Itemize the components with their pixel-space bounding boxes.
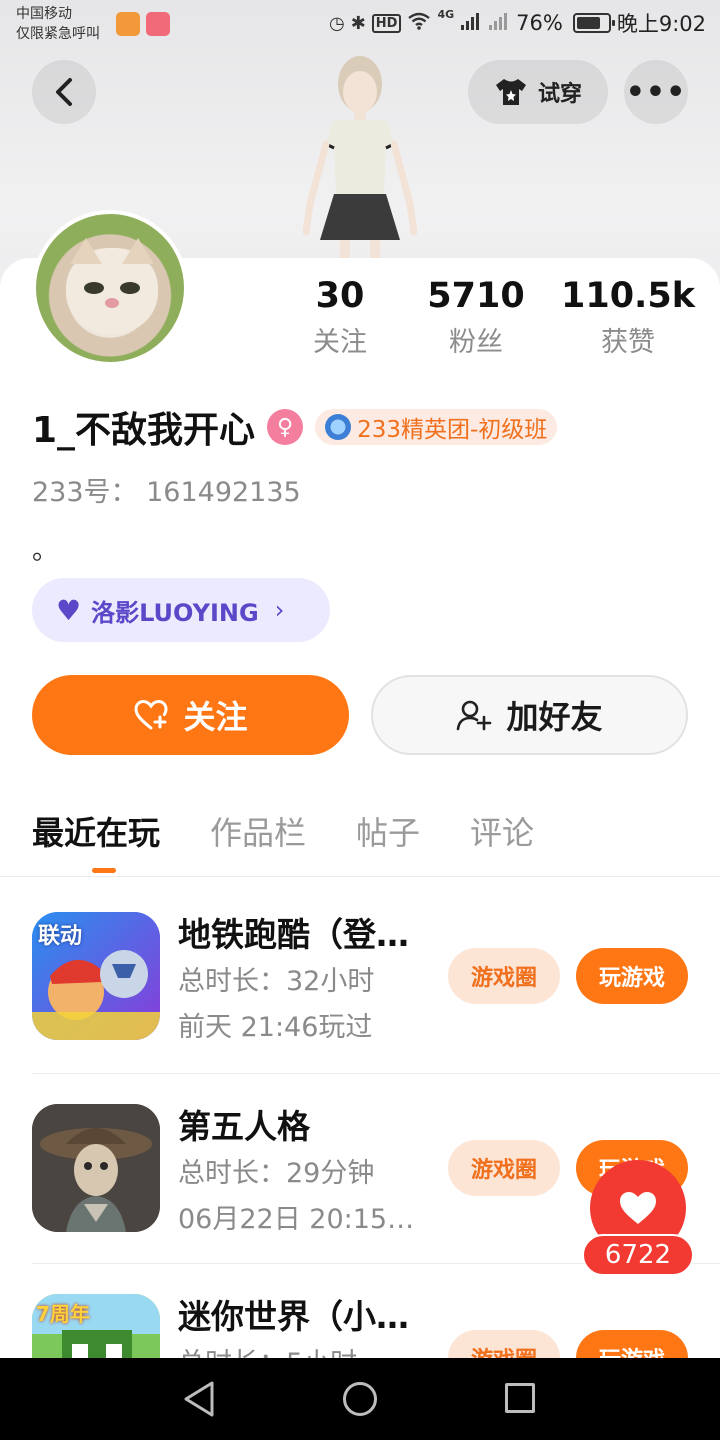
fans-count: 5710 — [427, 276, 525, 316]
game-icon-subway-surfers: 联动 — [32, 912, 160, 1040]
nav-home-icon[interactable] — [343, 1382, 377, 1416]
cat-nose — [105, 298, 119, 308]
network-type: 4G — [437, 8, 455, 21]
cat-ear-left — [70, 238, 102, 264]
carrier-name: 中国移动 — [16, 6, 72, 22]
following-count: 30 — [315, 276, 365, 316]
tab-indicator — [92, 868, 116, 873]
rank-badge[interactable]: 233精英团-初级班 — [315, 409, 558, 445]
add-friend-button[interactable]: 加好友 — [371, 675, 688, 755]
rank-medal-icon — [325, 414, 352, 440]
heart-icon: ♥ — [56, 593, 82, 627]
game-title: 第五人格 — [178, 1107, 310, 1146]
carrier-status: 仅限紧急呼叫 — [16, 26, 100, 42]
status-bar: 中国移动 仅限紧急呼叫 ◷ ✱ HD 4G 76% 晚上9:02 — [0, 0, 720, 48]
chevron-left-icon — [56, 78, 72, 106]
avatar-character — [290, 44, 430, 264]
game-last-played: 前天 21:46玩过 — [178, 1012, 373, 1043]
signal-2-icon — [488, 11, 510, 36]
game-title: 地铁跑酷（登录送杰克滑板） — [178, 915, 438, 954]
add-user-icon — [457, 700, 492, 731]
username: 1_不敌我开心 — [32, 410, 256, 451]
game-icon-badge: 7周年 — [36, 1302, 90, 1326]
profile-stats: 30 关注 5710 粉丝 110.5k 获赞 — [290, 272, 710, 372]
back-button[interactable] — [32, 60, 96, 124]
battery-icon — [572, 13, 615, 33]
game-circle-button[interactable]: 游戏圈 — [448, 948, 560, 1004]
more-button[interactable]: ••• — [624, 60, 688, 124]
game-title: 迷你世界（小米版） — [178, 1297, 438, 1336]
shopping-app-icon — [146, 12, 170, 36]
row-divider — [32, 1073, 720, 1074]
tab-divider — [0, 876, 720, 877]
wifi-icon — [407, 11, 431, 36]
stat-following[interactable]: 30 关注 — [270, 272, 410, 366]
carrier-info: 中国移动 仅限紧急呼叫 — [16, 4, 100, 44]
shirt-icon — [495, 79, 526, 105]
tab-comments[interactable]: 评论 — [470, 806, 534, 866]
following-label: 关注 — [313, 327, 367, 358]
female-icon: ♀ — [267, 409, 304, 445]
fans-label: 粉丝 — [449, 327, 503, 358]
try-on-button[interactable]: 试穿 — [468, 60, 608, 124]
avatar[interactable] — [32, 210, 188, 366]
bio: 。 — [32, 536, 59, 566]
game-duration: 总时长：29分钟 — [178, 1158, 375, 1189]
name-row: 1_不敌我开心 ♀ 233精英团-初级班 — [32, 402, 558, 452]
more-dots-icon: ••• — [625, 74, 687, 110]
try-on-label: 试穿 — [537, 82, 582, 107]
nav-back-icon[interactable] — [182, 1380, 216, 1418]
rank-label: 233精英团-初级班 — [357, 417, 548, 443]
user-id[interactable]: 233号： 161492135 — [32, 470, 301, 509]
stat-fans[interactable]: 5710 粉丝 — [406, 272, 546, 366]
battery-percent: 76% — [516, 11, 563, 35]
hd-icon: HD — [371, 13, 402, 33]
tab-posts[interactable]: 帖子 — [356, 806, 420, 866]
battery-fill — [576, 17, 600, 29]
game-icon-identity-v — [32, 1104, 160, 1232]
game-last-played: 06月22日 20:15玩过 — [178, 1204, 428, 1235]
cat-eye-right — [120, 282, 140, 294]
clock: 晚上9:02 — [616, 12, 706, 36]
bluetooth-icon: ✱ — [350, 12, 366, 34]
signal-icon — [460, 11, 482, 36]
nav-recents-icon[interactable] — [505, 1383, 535, 1413]
chevron-right-icon: › — [274, 596, 285, 624]
profile-tabs: 最近在玩 作品栏 帖子 评论 — [32, 806, 584, 866]
game-icon-badge: 联动 — [38, 924, 83, 949]
game-circle-button[interactable]: 游戏圈 — [448, 1140, 560, 1196]
cat-face — [66, 238, 158, 334]
cat-eye-left — [84, 282, 104, 294]
system-nav-bar — [0, 1358, 720, 1440]
do-not-disturb-icon: ◷ — [328, 12, 345, 34]
follow-button[interactable]: 关注 — [32, 675, 349, 755]
heart-icon — [620, 1192, 656, 1224]
like-count: 6722 — [582, 1234, 694, 1276]
tab-recent-games[interactable]: 最近在玩 — [32, 806, 160, 866]
game-duration: 总时长：32小时 — [178, 966, 375, 997]
guild-badge[interactable]: ♥ 洛影LUOYING › — [32, 578, 330, 642]
follow-label: 关注 — [183, 698, 248, 736]
notification-icons — [116, 12, 170, 36]
play-game-button[interactable]: 玩游戏 — [576, 948, 688, 1004]
video-app-icon — [116, 12, 140, 36]
stat-likes[interactable]: 110.5k 获赞 — [558, 272, 698, 366]
guild-name: 洛影LUOYING — [91, 598, 259, 627]
likes-count: 110.5k — [561, 276, 695, 316]
tab-works[interactable]: 作品栏 — [210, 806, 306, 866]
status-right: ◷ ✱ HD 4G 76% 晚上9:02 — [329, 8, 706, 38]
add-friend-label: 加好友 — [506, 698, 603, 736]
likes-label: 获赞 — [601, 327, 655, 358]
heart-plus-icon — [134, 699, 168, 730]
cat-ear-right — [122, 238, 154, 264]
